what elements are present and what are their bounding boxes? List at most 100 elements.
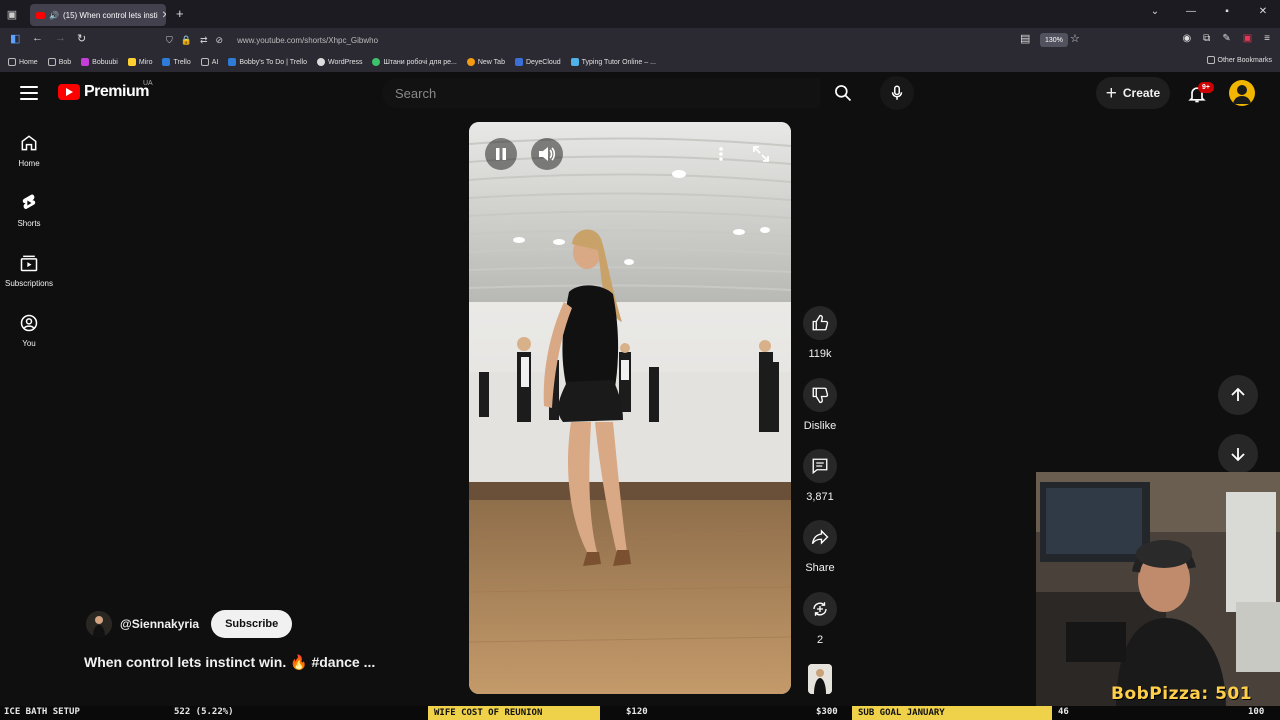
voice-search-button[interactable] xyxy=(880,76,914,110)
permissions-icon[interactable]: ⇄ xyxy=(200,35,208,46)
previous-short-button[interactable] xyxy=(1218,375,1258,415)
tab-close-icon[interactable]: ✕ xyxy=(162,10,166,21)
bookmark-label: Miro xyxy=(138,58,153,66)
folder-icon xyxy=(1206,56,1215,64)
speaker-icon[interactable]: 🔊 xyxy=(49,11,59,20)
ticker-item: $300 xyxy=(816,707,838,717)
bookmark-item[interactable]: AI xyxy=(200,58,219,66)
puzzle-icon[interactable]: ⧉ xyxy=(1203,33,1210,44)
dislike-button[interactable] xyxy=(803,378,837,412)
user-avatar-icon xyxy=(1233,85,1251,104)
browser-tab-active[interactable]: 🔊 (15) When control lets insti ✕ xyxy=(30,4,166,26)
tab-title: (15) When control lets insti xyxy=(62,10,158,20)
guide-label: You xyxy=(22,338,36,348)
bookmark-label: WordPress xyxy=(327,58,363,66)
tab-overflow-icon[interactable]: ⌄ xyxy=(1148,6,1162,17)
remix-button[interactable] xyxy=(803,592,837,626)
close-window-icon[interactable]: ✕ xyxy=(1256,6,1270,17)
avatar[interactable] xyxy=(1229,80,1255,106)
reload-icon[interactable]: ↻ xyxy=(77,32,86,45)
extension-icon[interactable]: ✎ xyxy=(1222,33,1230,44)
new-tab-icon[interactable]: + xyxy=(176,6,184,21)
autoplay-blocked-icon[interactable]: ⊘ xyxy=(216,35,224,46)
hamburger-menu-icon[interactable] xyxy=(20,86,38,100)
bookmark-item[interactable]: Bobuubi xyxy=(81,58,118,66)
window-controls: ⌄ — ▪ ✕ xyxy=(1148,6,1270,17)
sound-thumbnail[interactable] xyxy=(808,664,832,694)
bookmark-item[interactable]: New Tab xyxy=(466,58,505,66)
url-bar[interactable]: ⛉ 🔒 ⇄ ⊘ www.youtube.com/shorts/Xhpc_Gibw… xyxy=(166,31,1086,49)
bookmark-item[interactable]: Bob xyxy=(47,58,72,66)
bookmark-star-icon[interactable]: ☆ xyxy=(1070,32,1080,45)
share-icon xyxy=(811,529,829,545)
fullscreen-button[interactable] xyxy=(745,138,777,170)
bookmark-item[interactable]: DeyeCloud xyxy=(514,58,561,66)
bookmark-label: Trello xyxy=(173,58,191,66)
subscribe-button[interactable]: Subscribe xyxy=(211,610,293,638)
other-bookmarks-label: Other Bookmarks xyxy=(1217,56,1272,64)
menu-icon[interactable]: ≡ xyxy=(1264,33,1270,44)
like-count: 119k xyxy=(808,348,832,360)
channel-avatar[interactable] xyxy=(86,611,112,637)
more-options-button[interactable] xyxy=(705,138,737,170)
bookmark-item[interactable]: Miro xyxy=(127,58,153,66)
stream-cam-label: BobPizza: 501 xyxy=(1111,684,1253,704)
bookmark-item[interactable]: Home xyxy=(8,58,38,66)
search-icon xyxy=(835,85,852,102)
bookmark-item[interactable]: Bobby's To Do | Trello xyxy=(228,58,307,66)
comment-count: 3,871 xyxy=(806,491,834,503)
maximize-icon[interactable]: ▪ xyxy=(1220,6,1234,17)
streamer-webcam xyxy=(1036,472,1280,708)
country-code: UA xyxy=(143,80,153,87)
pause-button[interactable] xyxy=(485,138,517,170)
bookmark-item[interactable]: Trello xyxy=(162,58,191,66)
logo-text: Premium xyxy=(84,83,149,100)
video-frame xyxy=(469,122,791,694)
channel-name[interactable]: @Siennakyria xyxy=(120,617,199,631)
bookmark-icon xyxy=(8,58,16,66)
create-button[interactable]: + Create xyxy=(1096,77,1170,109)
short-title[interactable]: When control lets instinct win. 🔥 #dance… xyxy=(84,654,375,671)
bookmark-label: Bobby's To Do | Trello xyxy=(239,58,307,66)
share-button[interactable] xyxy=(803,520,837,554)
lock-icon[interactable]: 🔒 xyxy=(181,35,192,46)
shorts-video-player[interactable] xyxy=(469,122,791,694)
search-button[interactable] xyxy=(822,78,864,108)
tab-list-icon[interactable]: ▣ xyxy=(0,0,24,28)
bookmark-label: Bob xyxy=(58,58,72,66)
remix-count: 2 xyxy=(816,634,824,646)
ticker-item: ICE BATH SETUP xyxy=(4,707,80,717)
bookmark-label: Home xyxy=(19,58,38,66)
toolbar-extensions: ◉ ⧉ ✎ ▣ ≡ xyxy=(1182,33,1270,44)
comments-action: 3,871 xyxy=(796,449,844,503)
comments-button[interactable] xyxy=(803,449,837,483)
bookmark-item[interactable]: WordPress xyxy=(316,58,363,66)
youtube-logo[interactable]: Premium xyxy=(58,83,149,101)
folder-icon xyxy=(200,58,209,66)
wordpress-icon xyxy=(316,58,325,66)
guide-item-you[interactable]: You xyxy=(0,300,58,360)
minimize-icon[interactable]: — xyxy=(1184,6,1198,17)
bookmark-label: AI xyxy=(211,58,219,66)
other-bookmarks[interactable]: Other Bookmarks xyxy=(1206,56,1272,64)
next-short-button[interactable] xyxy=(1218,434,1258,474)
youtube-play-icon xyxy=(58,84,80,100)
back-icon[interactable]: ← xyxy=(32,32,43,44)
bookmark-item[interactable]: Штани робочі для ре... xyxy=(372,58,457,66)
ticker-item: 522 (5.22%) xyxy=(174,707,234,717)
reader-view-icon[interactable]: ▤ xyxy=(1020,32,1030,45)
shield-icon[interactable]: ⛉ xyxy=(166,35,173,46)
volume-button[interactable] xyxy=(531,138,563,170)
guide-item-shorts[interactable]: Shorts xyxy=(0,180,58,240)
sidebar-toggle-icon[interactable]: ◧ xyxy=(10,32,20,45)
extension-icon[interactable]: ◉ xyxy=(1182,33,1191,44)
extension-icon[interactable]: ▣ xyxy=(1243,33,1252,44)
bookmark-item[interactable]: Typing Tutor Online – ... xyxy=(570,58,656,66)
like-button[interactable] xyxy=(803,306,837,340)
forward-icon[interactable]: → xyxy=(55,32,66,44)
zoom-level[interactable]: 130% xyxy=(1040,33,1068,47)
guide-item-home[interactable]: Home xyxy=(0,120,58,180)
search-box[interactable] xyxy=(382,78,820,108)
search-input[interactable] xyxy=(395,85,820,101)
guide-item-subscriptions[interactable]: Subscriptions xyxy=(0,240,58,300)
